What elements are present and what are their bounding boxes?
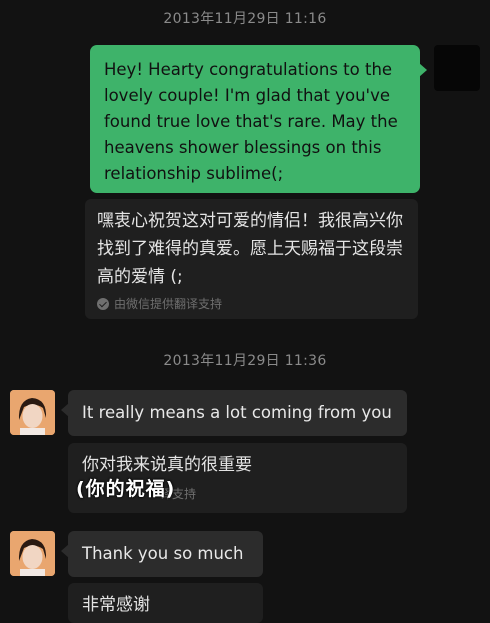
incoming-message-bubble-2[interactable]: Thank you so much xyxy=(61,531,263,577)
outgoing-translation-text: 嘿衷心祝贺这对可爱的情侣！我很高兴你找到了难得的真爱。愿上天赐福于这段崇高的爱情… xyxy=(97,211,403,287)
self-avatar[interactable] xyxy=(434,45,480,91)
incoming-translation-box-2[interactable]: 非常感谢 xyxy=(68,583,263,623)
contact-face-icon xyxy=(10,390,55,435)
translation-note: 由微信提供翻译支持 xyxy=(97,295,406,312)
overlay-caption: (你的祝福) xyxy=(76,478,176,500)
timestamp-2: 2013年11月29日 11:36 xyxy=(163,353,327,369)
contact-avatar[interactable] xyxy=(10,531,55,576)
contact-avatar[interactable] xyxy=(10,390,55,435)
incoming-message-text-2: Thank you so much xyxy=(82,544,244,563)
incoming-translation-text-2: 非常感谢 xyxy=(82,595,150,615)
contact-face-icon xyxy=(10,531,55,576)
outgoing-translation-box[interactable]: 嘿衷心祝贺这对可爱的情侣！我很高兴你找到了难得的真爱。愿上天赐福于这段崇高的爱情… xyxy=(85,199,418,319)
check-icon xyxy=(97,297,109,310)
outgoing-message-text: Hey! Hearty congratulations to the lovel… xyxy=(104,60,398,183)
incoming-message-bubble-1[interactable]: It really means a lot coming from you xyxy=(61,390,407,436)
outgoing-message-bubble[interactable]: Hey! Hearty congratulations to the lovel… xyxy=(90,45,427,193)
incoming-message-text-1: It really means a lot coming from you xyxy=(82,403,392,422)
timestamp-1: 2013年11月29日 11:16 xyxy=(163,11,327,27)
